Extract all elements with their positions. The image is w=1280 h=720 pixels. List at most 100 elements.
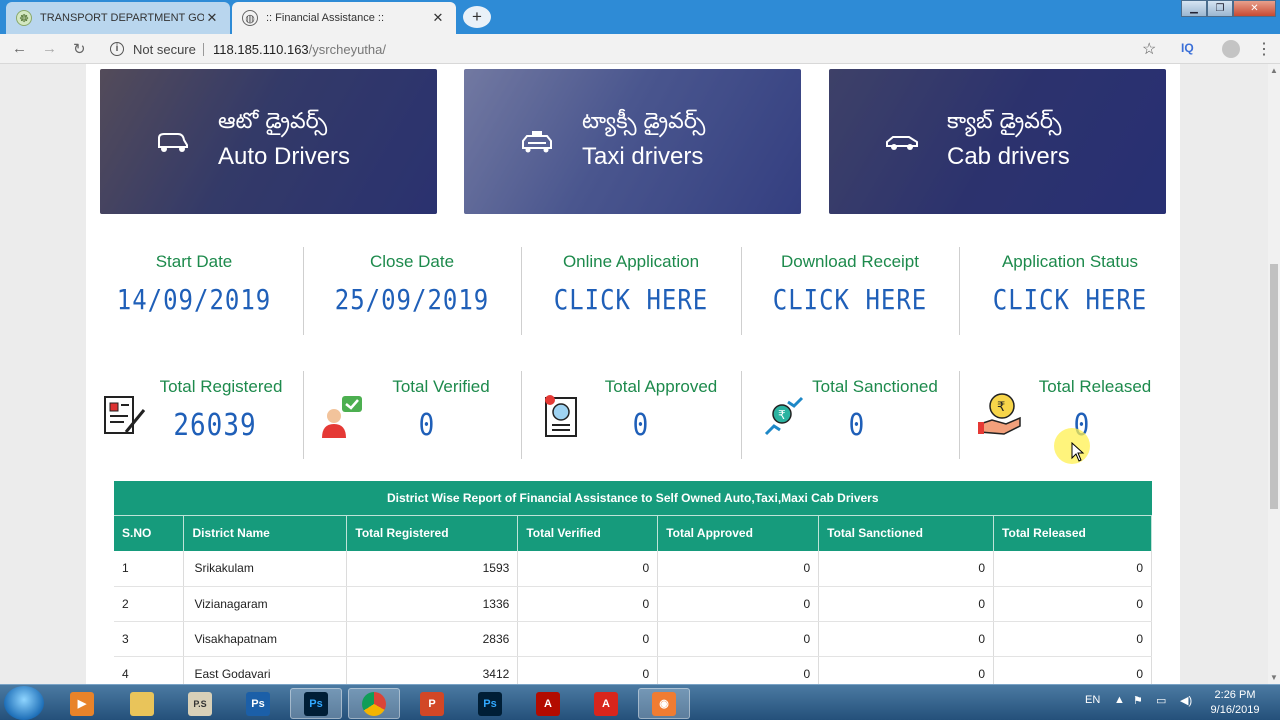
cell-sanctioned: 0 (818, 551, 995, 587)
total-registered-value: 26039 (173, 408, 257, 444)
online-application-label: Online Application (562, 252, 700, 271)
taskbar-photoshop-1[interactable]: Ps (232, 688, 284, 719)
scrollbar-thumb[interactable] (1270, 264, 1278, 509)
col-total-verified: Total Verified (517, 514, 659, 551)
banner-english-title: Auto Drivers (218, 143, 351, 170)
windows-taskbar: ▶ P.S Ps Ps P Ps A A ◉ EN ▲ ⚑ ▭ ◀) 2:26 … (0, 684, 1280, 720)
online-application-link[interactable]: CLICK HERE (530, 284, 732, 316)
bookmark-star-icon[interactable]: ☆ (1142, 39, 1156, 59)
taskbar-ps70[interactable]: P.S (174, 688, 226, 719)
cell-released: 0 (993, 551, 1152, 587)
reload-icon[interactable]: ↻ (73, 40, 86, 58)
col-sno: S.NO (114, 514, 185, 551)
taskbar-photoshop-3[interactable]: Ps (464, 688, 516, 719)
folder-icon (130, 691, 154, 716)
address-separator (203, 43, 204, 56)
application-status-block: Application Status CLICK HERE (968, 252, 1172, 316)
globe-icon: ◍ (242, 10, 258, 26)
taskbar-chrome[interactable] (348, 688, 400, 719)
browser-toolbar: ← → ↻ i Not secure 118.185.110.163/ysrch… (0, 34, 1280, 64)
taxi-icon (522, 131, 552, 153)
taskbar-acrobat-2[interactable]: A (580, 688, 632, 719)
minimize-button[interactable]: ▁ (1181, 0, 1207, 17)
banner-overlay (464, 69, 801, 214)
language-indicator[interactable]: EN (1085, 694, 1100, 706)
taskbar-acrobat-1[interactable]: A (522, 688, 574, 719)
cell-sno: 4 (114, 656, 185, 684)
maximize-button[interactable]: ❐ (1207, 0, 1233, 17)
close-tab-icon[interactable]: ✕ (204, 10, 220, 26)
page-viewport: ఆటో డ్రైవర్స్ Auto Drivers ట్యాక్సీ డ్రై… (0, 64, 1268, 684)
taskbar-photoshop-2[interactable]: Ps (290, 688, 342, 719)
banner-telugu-title: ఆటో డ్రైవర్స్ (218, 109, 328, 134)
close-date-label: Close Date (369, 252, 455, 271)
security-label[interactable]: Not secure (133, 42, 196, 57)
total-approved-label: Total Approved (604, 377, 718, 396)
total-released-stat: Total Released 0 (1020, 377, 1170, 443)
taskbar-media-player[interactable]: ▶ (56, 688, 108, 719)
tab-title: :: Financial Assistance :: (266, 12, 384, 24)
download-receipt-label: Download Receipt (781, 252, 919, 271)
cell-approved: 0 (657, 621, 820, 657)
taskbar-powerpoint[interactable]: P (406, 688, 458, 719)
browser-tab-bar: ☸ TRANSPORT DEPARTMENT GOVE ✕ ◍ :: Finan… (0, 0, 1280, 34)
cab-drivers-banner[interactable]: క్యాబ్ డ్రైవర్స్ Cab drivers (829, 69, 1166, 214)
powerpoint-icon: P (420, 691, 444, 716)
action-center-flag-icon[interactable]: ⚑ (1133, 694, 1143, 707)
forward-arrow-icon[interactable]: → (42, 40, 57, 57)
taskbar-screen-recorder[interactable]: ◉ (638, 688, 690, 719)
close-window-button[interactable]: ✕ (1233, 0, 1276, 17)
back-arrow-icon[interactable]: ← (12, 40, 27, 57)
close-tab-icon[interactable]: ✕ (430, 10, 446, 26)
photoshop-icon: Ps (304, 691, 328, 716)
info-icon[interactable]: i (110, 42, 124, 56)
banner-english-title: Taxi drivers (582, 143, 704, 170)
tab-financial-assistance[interactable]: ◍ :: Financial Assistance :: ✕ (232, 2, 456, 34)
new-tab-button[interactable]: + (463, 6, 491, 28)
banner-overlay (100, 69, 437, 214)
banner-telugu-title: ట్యాక్సీ డ్రైవర్స్ (582, 109, 706, 134)
col-total-sanctioned: Total Sanctioned (818, 514, 995, 551)
table-caption: District Wise Report of Financial Assist… (114, 481, 1152, 515)
application-status-link[interactable]: CLICK HERE (968, 284, 1172, 316)
download-receipt-block: Download Receipt CLICK HERE (750, 252, 950, 316)
address-bar[interactable]: 118.185.110.163/ysrcheyutha/ (213, 42, 386, 57)
extension-iq-icon[interactable]: IQ (1181, 41, 1194, 55)
close-date-block: Close Date 25/09/2019 (312, 252, 512, 316)
cell-verified: 0 (517, 656, 659, 684)
auto-drivers-banner[interactable]: ఆటో డ్రైవర్స్ Auto Drivers (100, 69, 437, 214)
scroll-up-icon[interactable]: ▲ (1270, 66, 1278, 75)
taxi-drivers-banner[interactable]: ట్యాక్సీ డ్రైవర్స్ Taxi drivers (464, 69, 801, 214)
system-clock[interactable]: 2:26 PM 9/16/2019 (1200, 688, 1270, 718)
banner-english-title: Cab drivers (947, 143, 1070, 170)
network-icon[interactable]: ▭ (1156, 694, 1166, 707)
download-receipt-link[interactable]: CLICK HERE (750, 284, 950, 316)
cell-sanctioned: 0 (818, 656, 995, 684)
acrobat-icon: A (594, 691, 618, 716)
total-sanctioned-stat: Total Sanctioned 0 (800, 377, 950, 443)
volume-icon[interactable]: ◀) (1180, 694, 1192, 707)
auto-rickshaw-icon (158, 133, 188, 152)
scroll-down-icon[interactable]: ▼ (1270, 673, 1278, 682)
divider (303, 371, 304, 459)
divider (521, 247, 522, 335)
show-hidden-icons-icon[interactable]: ▲ (1114, 694, 1125, 706)
table-row: 4 East Godavari 3412 0 0 0 0 (114, 656, 1152, 684)
mouse-cursor-icon (1071, 442, 1085, 462)
menu-dots-icon[interactable]: ⋮ (1256, 39, 1272, 59)
profile-avatar-icon[interactable] (1222, 40, 1240, 58)
online-application-block: Online Application CLICK HERE (530, 252, 732, 316)
url-host: 118.185.110.163 (213, 42, 309, 57)
page-scrollbar[interactable]: ▲ ▼ (1268, 64, 1280, 684)
start-button[interactable] (4, 686, 44, 720)
cell-sno: 3 (114, 621, 185, 657)
taskbar-file-explorer[interactable] (116, 688, 168, 719)
tab-transport-department[interactable]: ☸ TRANSPORT DEPARTMENT GOVE ✕ (6, 2, 230, 34)
total-registered-stat: Total Registered 26039 (146, 377, 296, 443)
cell-released: 0 (993, 621, 1152, 657)
cell-registered: 3412 (346, 656, 519, 684)
chrome-icon (362, 691, 386, 716)
table-row: 3 Visakhapatnam 2836 0 0 0 0 (114, 621, 1152, 657)
total-verified-value: 0 (418, 408, 436, 444)
car-icon (886, 136, 918, 150)
